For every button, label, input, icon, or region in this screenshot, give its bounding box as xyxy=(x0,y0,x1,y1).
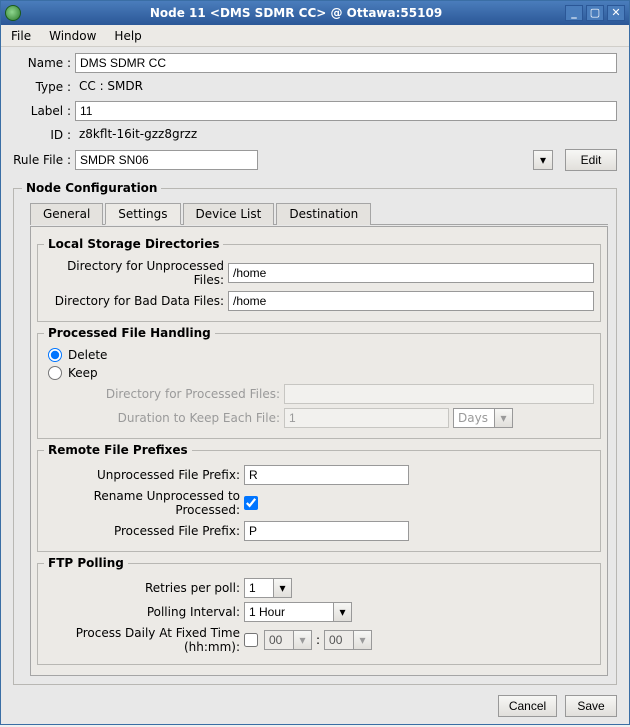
delete-label: Delete xyxy=(68,348,107,362)
rulefile-select[interactable]: ▾ xyxy=(75,150,553,170)
rulefile-value[interactable] xyxy=(75,150,258,170)
rulefile-label: Rule File : xyxy=(13,153,75,167)
retries-label: Retries per poll: xyxy=(44,581,244,595)
duration-unit-value: Days xyxy=(454,409,494,427)
window-title: Node 11 <DMS SDMR CC> @ Ottawa:55109 xyxy=(27,6,565,20)
section-remote-prefixes: Remote File Prefixes Unprocessed File Pr… xyxy=(37,443,601,552)
retries-select[interactable]: ▾ xyxy=(244,578,292,598)
interval-value[interactable] xyxy=(244,602,334,622)
retries-value[interactable] xyxy=(244,578,274,598)
unproc-dir-label: Directory for Unprocessed Files: xyxy=(44,259,228,287)
panel-legend: Node Configuration xyxy=(22,181,161,195)
tabs: General Settings Device List Destination xyxy=(30,202,608,225)
proc-prefix-label: Processed File Prefix: xyxy=(44,524,244,538)
fixed-mm-select: ▾ xyxy=(324,630,372,650)
maximize-button[interactable]: ▢ xyxy=(586,5,604,21)
section-local-dirs-legend: Local Storage Directories xyxy=(44,237,223,251)
interval-select[interactable]: ▾ xyxy=(244,602,352,622)
fixed-mm-value xyxy=(324,630,354,650)
cancel-button[interactable]: Cancel xyxy=(498,695,557,717)
section-remote-legend: Remote File Prefixes xyxy=(44,443,192,457)
interval-label: Polling Interval: xyxy=(44,605,244,619)
fixed-hh-select: ▾ xyxy=(264,630,312,650)
chevron-down-icon: ▾ xyxy=(294,630,312,650)
section-local-dirs: Local Storage Directories Directory for … xyxy=(37,237,601,322)
type-label: Type : xyxy=(13,80,75,94)
unproc-dir-input[interactable] xyxy=(228,263,594,283)
rename-checkbox[interactable] xyxy=(244,496,258,510)
app-icon xyxy=(5,5,21,21)
section-ftp-polling: FTP Polling Retries per poll: ▾ Polling … xyxy=(37,556,601,665)
fixed-hh-value xyxy=(264,630,294,650)
node-config-panel: Node Configuration General Settings Devi… xyxy=(13,181,617,685)
id-label: ID : xyxy=(13,128,75,142)
type-value: CC : SMDR xyxy=(75,77,617,97)
chevron-down-icon: ▾ xyxy=(354,630,372,650)
delete-radio[interactable] xyxy=(48,348,62,362)
menu-file[interactable]: File xyxy=(7,27,35,45)
save-button[interactable]: Save xyxy=(565,695,617,717)
tab-pane-settings: Local Storage Directories Directory for … xyxy=(30,226,608,676)
name-input[interactable] xyxy=(75,53,617,73)
titlebar: Node 11 <DMS SDMR CC> @ Ottawa:55109 _ ▢… xyxy=(1,1,629,25)
duration-input xyxy=(284,408,449,428)
time-colon: : xyxy=(312,633,324,647)
bad-dir-input[interactable] xyxy=(228,291,594,311)
unproc-prefix-input[interactable] xyxy=(244,465,409,485)
chevron-down-icon[interactable]: ▾ xyxy=(533,150,553,170)
keep-radio[interactable] xyxy=(48,366,62,380)
section-processed-handling: Processed File Handling Delete Keep Dire… xyxy=(37,326,601,439)
unproc-prefix-label: Unprocessed File Prefix: xyxy=(44,468,244,482)
tab-destination[interactable]: Destination xyxy=(276,203,371,225)
rename-label: Rename Unprocessed to Processed: xyxy=(44,489,244,517)
menu-window[interactable]: Window xyxy=(45,27,100,45)
label-input[interactable] xyxy=(75,101,617,121)
chevron-down-icon[interactable]: ▾ xyxy=(274,578,292,598)
edit-button[interactable]: Edit xyxy=(565,149,617,171)
chevron-down-icon[interactable]: ▾ xyxy=(334,602,352,622)
chevron-down-icon: ▾ xyxy=(494,409,512,427)
keep-label: Keep xyxy=(68,366,98,380)
menu-help[interactable]: Help xyxy=(110,27,145,45)
fixed-time-label: Process Daily At Fixed Time (hh:mm): xyxy=(44,626,244,654)
menubar: File Window Help xyxy=(1,25,629,47)
bad-dir-label: Directory for Bad Data Files: xyxy=(44,294,228,308)
fixed-time-checkbox[interactable] xyxy=(244,633,258,647)
tab-general[interactable]: General xyxy=(30,203,103,225)
processed-dir-label: Directory for Processed Files: xyxy=(44,387,284,401)
tab-devicelist[interactable]: Device List xyxy=(183,203,275,225)
minimize-button[interactable]: _ xyxy=(565,5,583,21)
id-value: z8kflt-16it-gzz8grzz xyxy=(75,125,617,145)
processed-dir-input xyxy=(284,384,594,404)
label-label: Label : xyxy=(13,104,75,118)
duration-label: Duration to Keep Each File: xyxy=(44,411,284,425)
proc-prefix-input[interactable] xyxy=(244,521,409,541)
duration-unit-select: Days ▾ xyxy=(453,408,513,428)
close-button[interactable]: ✕ xyxy=(607,5,625,21)
section-processed-legend: Processed File Handling xyxy=(44,326,215,340)
name-label: Name : xyxy=(13,56,75,70)
tab-settings[interactable]: Settings xyxy=(105,203,180,225)
section-ftp-legend: FTP Polling xyxy=(44,556,128,570)
